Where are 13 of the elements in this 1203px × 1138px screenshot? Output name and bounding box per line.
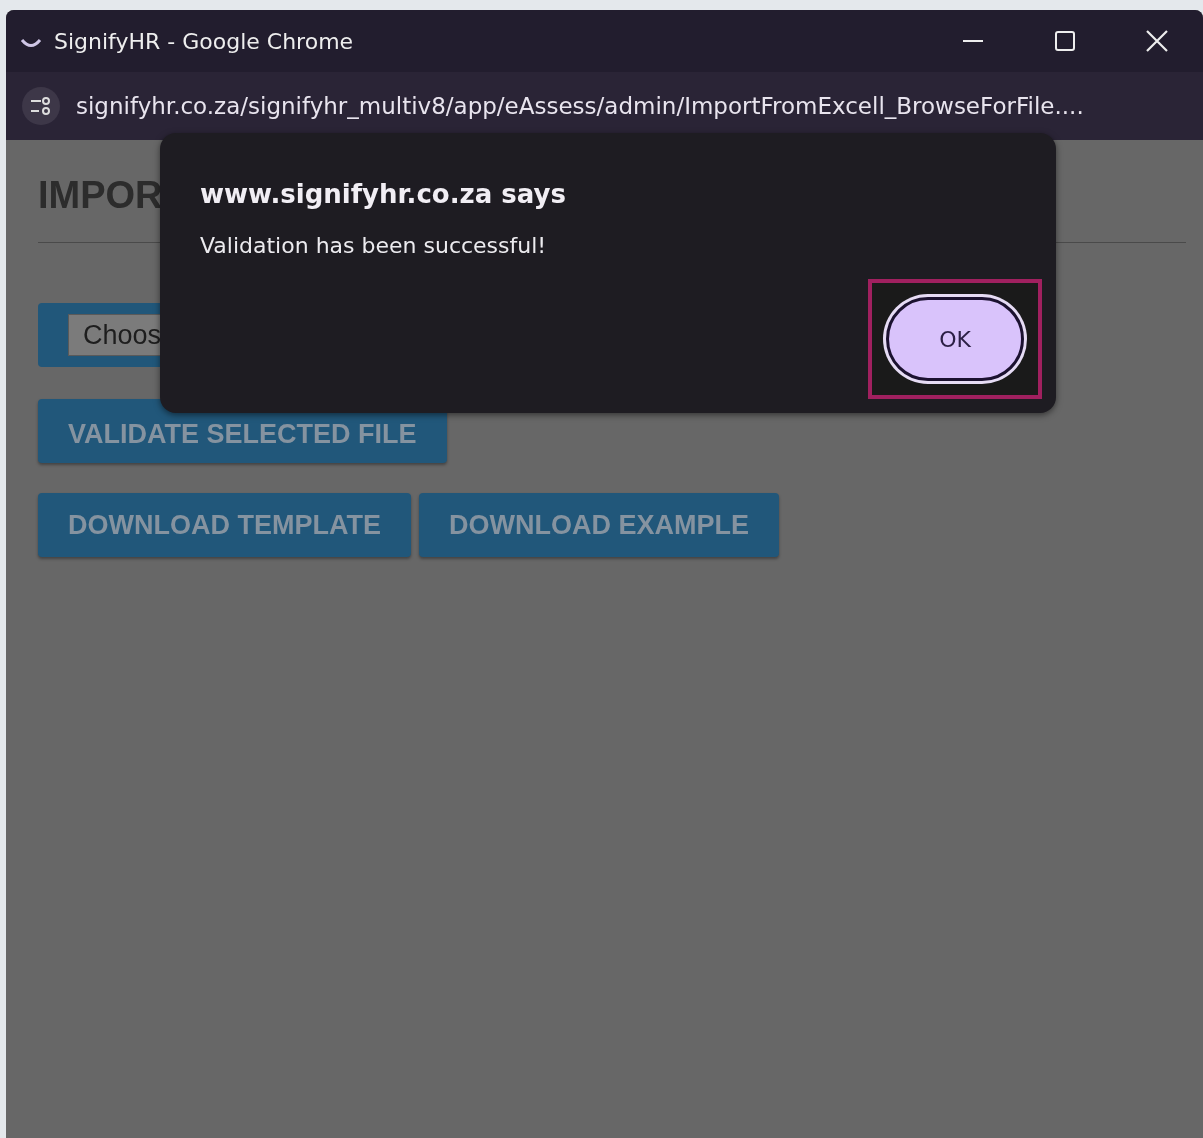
- dialog-title: www.signifyhr.co.za says: [200, 179, 567, 209]
- minimize-icon: [962, 40, 984, 42]
- site-settings-icon[interactable]: [22, 87, 60, 125]
- ok-button[interactable]: OK: [886, 297, 1024, 381]
- download-button[interactable]: DOWNLOAD TEMPLATE: [38, 493, 411, 557]
- page-heading: IMPOR: [38, 173, 163, 218]
- app-icon: [20, 37, 42, 49]
- close-icon: [1145, 29, 1169, 53]
- url-text[interactable]: signifyhr.co.za/signifyhr_multiv8/app/eAssess/admin/ImportFromExcell_BrowseForFile....: [76, 93, 1084, 119]
- window-title: SignifyHR - Google Chrome: [54, 28, 355, 54]
- dialog-message: Validation has been successful!: [200, 233, 548, 258]
- maximize-icon: [1054, 30, 1076, 52]
- download-button[interactable]: DOWNLOAD EXAMPLE: [418, 493, 779, 557]
